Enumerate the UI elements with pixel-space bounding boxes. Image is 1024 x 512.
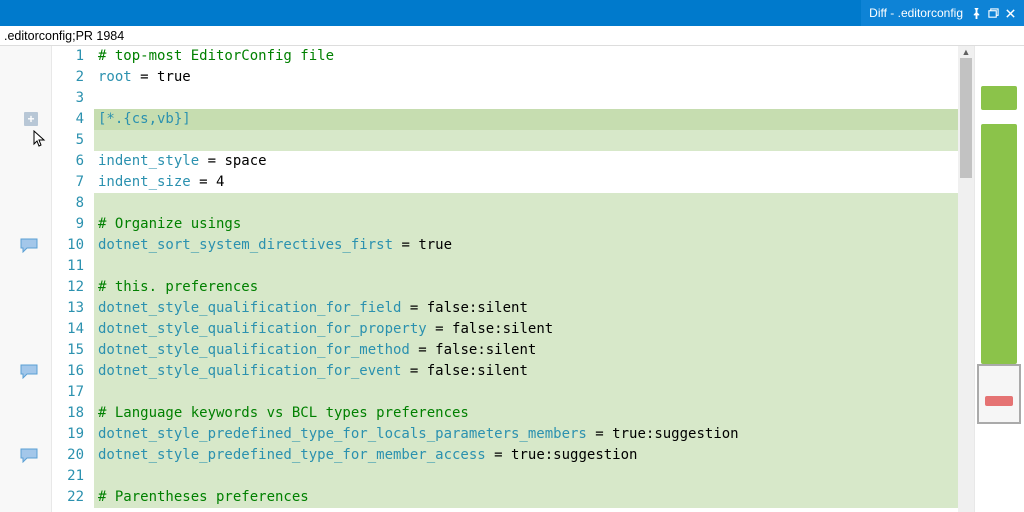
overview-ruler[interactable] [974,46,1024,512]
code-line[interactable]: dotnet_style_qualification_for_property … [94,319,958,340]
active-tab[interactable]: Diff - .editorconfig [861,0,1024,26]
line-number: 7 [52,172,84,193]
code-line[interactable] [94,466,958,487]
line-number: 17 [52,382,84,403]
line-number: 2 [52,67,84,88]
line-number: 14 [52,319,84,340]
code-line[interactable]: dotnet_style_qualification_for_event = f… [94,361,958,382]
tab-title: Diff - .editorconfig [869,6,963,20]
code-line[interactable]: # Parentheses preferences [94,487,958,508]
line-number: 22 [52,487,84,508]
line-number: 19 [52,424,84,445]
line-number: 10 [52,235,84,256]
line-number: 1 [52,46,84,67]
code-line[interactable]: indent_style = space [94,151,958,172]
scroll-up-icon[interactable]: ▲ [961,47,971,57]
comment-icon[interactable] [20,448,38,463]
code-line[interactable] [94,382,958,403]
code-line[interactable]: # Organize usings [94,214,958,235]
line-numbers: 12345678910111213141516171819202122 [52,46,94,512]
code-content[interactable]: # top-most EditorConfig fileroot = true [… [94,46,958,512]
line-number: 16 [52,361,84,382]
code-line[interactable]: # top-most EditorConfig file [94,46,958,67]
comment-icon[interactable] [20,364,38,379]
comment-icon[interactable] [20,238,38,253]
editor-area: + 12345678910111213141516171819202122 # … [0,46,1024,512]
minimap-diff-block[interactable] [981,124,1017,364]
minimap-diff-block[interactable] [981,86,1017,110]
comment-gutter: + [0,46,52,512]
line-number: 18 [52,403,84,424]
line-number: 8 [52,193,84,214]
code-line[interactable] [94,193,958,214]
line-number: 12 [52,277,84,298]
code-line[interactable] [94,88,958,109]
line-number: 3 [52,88,84,109]
pin-icon[interactable] [971,8,982,19]
code-line[interactable]: dotnet_style_predefined_type_for_member_… [94,445,958,466]
code-line[interactable]: # Language keywords vs BCL types prefere… [94,403,958,424]
line-number: 4 [52,109,84,130]
add-comment-icon[interactable]: + [24,112,38,126]
scroll-thumb[interactable] [960,58,972,178]
float-icon[interactable] [988,8,999,19]
code-line[interactable]: dotnet_style_predefined_type_for_locals_… [94,424,958,445]
line-number: 11 [52,256,84,277]
code-line[interactable]: dotnet_style_qualification_for_field = f… [94,298,958,319]
code-line[interactable]: indent_size = 4 [94,172,958,193]
line-number: 21 [52,466,84,487]
line-number: 9 [52,214,84,235]
minimap-viewport[interactable] [977,364,1021,424]
line-number: 20 [52,445,84,466]
minimap-removed-block[interactable] [985,396,1013,406]
code-line[interactable]: dotnet_sort_system_directives_first = tr… [94,235,958,256]
close-icon[interactable] [1005,8,1016,19]
code-line[interactable]: [*.{cs,vb}] [94,109,958,130]
line-number: 6 [52,151,84,172]
code-line[interactable]: root = true [94,67,958,88]
line-number: 15 [52,340,84,361]
breadcrumb[interactable]: .editorconfig;PR 1984 [0,26,1024,46]
code-line[interactable]: # this. preferences [94,277,958,298]
code-line[interactable] [94,130,958,151]
title-bar: Diff - .editorconfig [0,0,1024,26]
line-number: 13 [52,298,84,319]
vertical-scrollbar[interactable]: ▲ [958,46,974,512]
line-number: 5 [52,130,84,151]
tab-controls [971,8,1016,19]
code-line[interactable] [94,256,958,277]
code-line[interactable]: dotnet_style_qualification_for_method = … [94,340,958,361]
